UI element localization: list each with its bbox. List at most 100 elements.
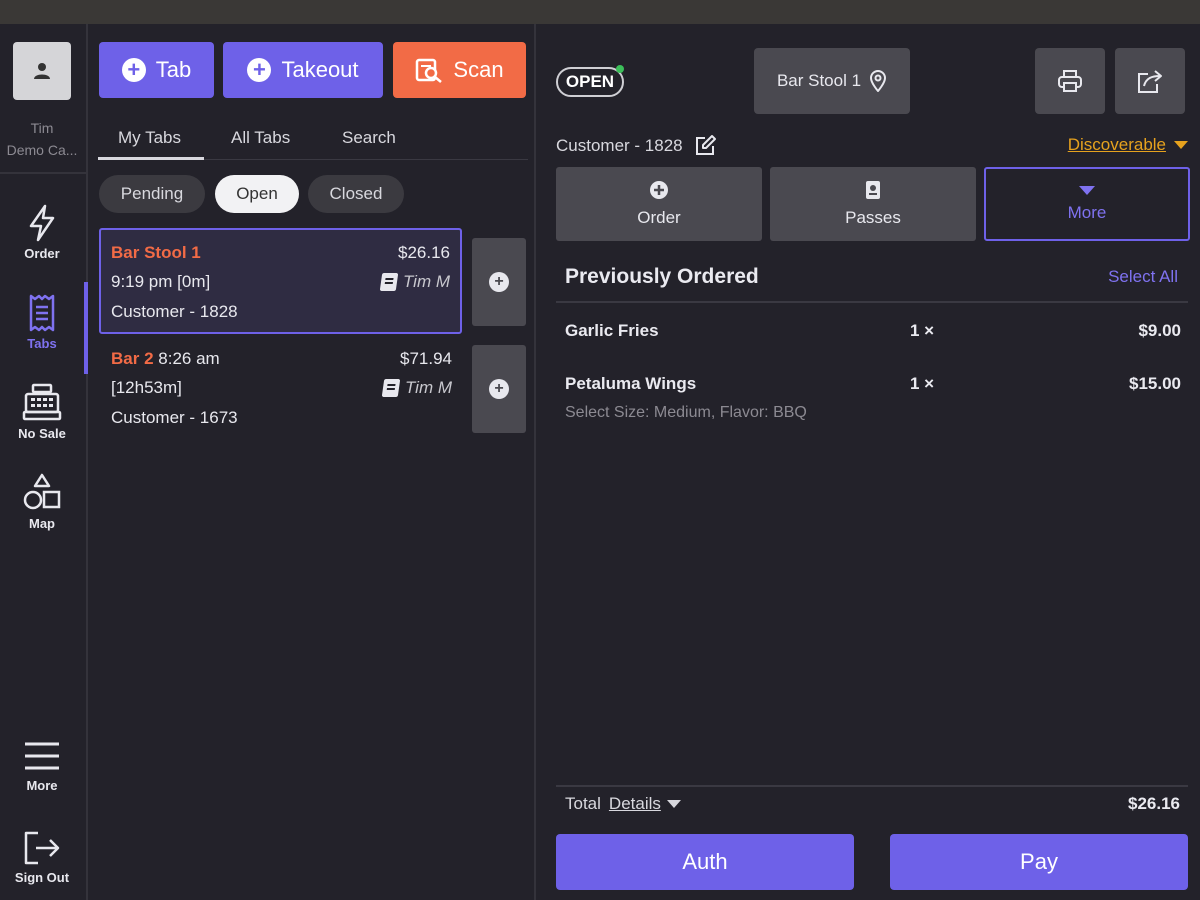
divider (556, 785, 1188, 787)
tab-server: Tim M (379, 272, 450, 292)
shapes-icon (23, 473, 61, 510)
total-label: Total (565, 794, 601, 813)
caret-down-icon (1174, 141, 1188, 149)
edit-icon[interactable] (693, 134, 717, 158)
previously-ordered-heading: Previously Ordered (565, 265, 759, 288)
item-amount: $9.00 (1138, 321, 1181, 340)
server-icon (379, 273, 399, 291)
filter-pending[interactable]: Pending (99, 175, 205, 213)
new-tab-label: Tab (155, 57, 192, 82)
avatar[interactable] (13, 42, 71, 100)
item-modifiers: Select Size: Medium, Flavor: BBQ (565, 404, 807, 421)
takeout-button[interactable]: + Takeout (223, 42, 383, 98)
caret-down-icon (666, 800, 681, 808)
details-link-label: Details (608, 794, 661, 813)
takeout-label: Takeout (281, 57, 359, 82)
tab-server-name: Tim M (404, 378, 452, 397)
user-location: Demo Ca... (6, 142, 78, 158)
tab-customer: Customer - 1673 (111, 408, 238, 427)
share-icon (1138, 70, 1162, 93)
tab-card[interactable]: Bar 2 8:26 am $71.94 [12h53m] Tim M Cust… (99, 336, 462, 442)
subtab-underline (98, 157, 204, 160)
tab-price: $71.94 (400, 349, 452, 368)
rail-item-tabs[interactable]: Tabs (0, 294, 84, 351)
plus-icon: + (489, 379, 509, 399)
item-qty: 1 × (910, 374, 935, 393)
details-link[interactable]: Details (609, 794, 681, 814)
rail-item-more[interactable]: More (0, 738, 84, 793)
discoverable-dropdown[interactable]: Discoverable (1068, 135, 1188, 155)
item-qty: 1 × (910, 321, 935, 340)
plus-icon: + (489, 272, 509, 292)
add-to-tab-button[interactable]: + (472, 345, 526, 433)
status-badge: OPEN (556, 65, 624, 97)
new-tab-button[interactable]: + Tab (99, 42, 214, 98)
tab-price: $26.16 (398, 243, 450, 262)
item-name: Garlic Fries (565, 321, 659, 340)
rail-item-no-sale[interactable]: No Sale (0, 382, 84, 441)
auth-button[interactable]: Auth (556, 834, 854, 890)
tab-card[interactable]: Bar Stool 1 $26.16 9:19 pm [0m] Tim M Cu… (99, 228, 462, 334)
server-icon (381, 379, 401, 397)
customer-name-label: Customer - 1828 (556, 136, 683, 155)
rail-item-order[interactable]: Order (0, 204, 84, 261)
user-icon (34, 63, 50, 79)
share-button[interactable] (1115, 48, 1185, 114)
pay-button[interactable]: Pay (890, 834, 1188, 890)
window-top-bar (0, 0, 1200, 24)
scan-button[interactable]: Scan (393, 42, 526, 98)
pass-icon (866, 181, 880, 199)
tab-search[interactable]: Search (342, 128, 396, 148)
rail-item-sign-out[interactable]: Sign Out (0, 830, 84, 885)
order-button-label: Order (637, 208, 681, 227)
tab-detail-panel: OPEN Bar Stool 1 Customer - 1828 Discove… (538, 24, 1200, 900)
location-button-label: Bar Stool 1 (776, 71, 862, 90)
rail-item-more-label: More (26, 778, 58, 793)
total-amount: $26.16 (1128, 794, 1180, 813)
passes-button-label: Passes (845, 208, 901, 227)
tab-location: Bar Stool 1 (111, 243, 201, 262)
print-button[interactable] (1035, 48, 1105, 114)
scan-icon (416, 58, 443, 83)
filter-closed[interactable]: Closed (308, 175, 404, 213)
more-button-label: More (1067, 202, 1107, 222)
more-button[interactable]: More (984, 167, 1190, 241)
status-badge-label: OPEN (565, 72, 615, 91)
left-rail: Tim Demo Ca... Order Tabs No Sale Map Mo… (0, 24, 88, 900)
rail-item-order-label: Order (24, 246, 60, 261)
cash-register-icon (22, 383, 62, 421)
rail-item-map-label: Map (29, 516, 55, 531)
tab-my-tabs[interactable]: My Tabs (118, 128, 181, 148)
tab-time: 8:26 am (158, 349, 220, 368)
divider (556, 301, 1188, 303)
item-name: Petaluma Wings (565, 374, 697, 393)
tab-duration: [12h53m] (111, 378, 182, 397)
filter-open[interactable]: Open (215, 175, 299, 213)
add-to-tab-button[interactable]: + (472, 238, 526, 326)
plus-circle-icon: + (247, 58, 272, 82)
discoverable-label: Discoverable (1067, 135, 1166, 154)
subtab-bar: My Tabs All Tabs Search (98, 124, 528, 160)
plus-circle-icon: + (121, 58, 146, 82)
printer-icon (1058, 70, 1082, 92)
sign-out-icon (24, 831, 60, 865)
total-row: Total Details (565, 794, 681, 814)
passes-button[interactable]: Passes (770, 167, 976, 241)
rail-item-map[interactable]: Map (0, 472, 84, 531)
location-button[interactable]: Bar Stool 1 (754, 48, 910, 114)
rail-divider (0, 172, 86, 174)
lightning-icon (29, 204, 55, 242)
select-all-link[interactable]: Select All (1108, 267, 1178, 287)
order-button[interactable]: Order (556, 167, 762, 241)
tab-customer: Customer - 1828 (111, 302, 238, 321)
scan-label: Scan (453, 57, 504, 82)
tab-location: Bar 2 (111, 349, 154, 368)
tab-all-tabs[interactable]: All Tabs (231, 128, 290, 148)
item-amount: $15.00 (1129, 374, 1181, 393)
plus-circle-icon (650, 181, 668, 199)
rail-item-tabs-label: Tabs (27, 336, 57, 351)
tab-location-time: Bar 2 8:26 am (111, 349, 220, 369)
customer-name: Customer - 1828 (556, 134, 717, 158)
tab-time: 9:19 pm [0m] (111, 272, 211, 291)
receipt-icon (29, 294, 55, 332)
